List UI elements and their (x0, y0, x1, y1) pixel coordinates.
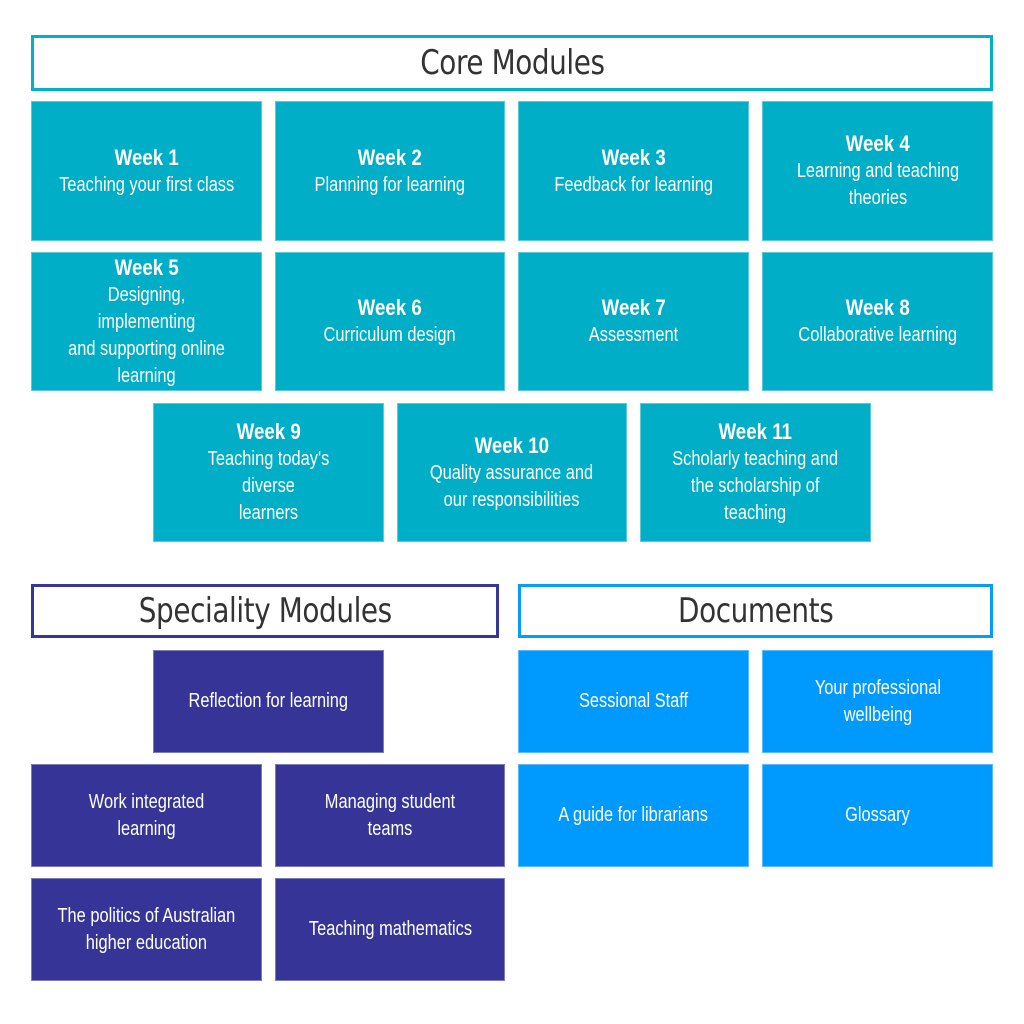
module-title: Work integrated learning (88, 790, 205, 840)
week-title: Curriculum design (323, 324, 457, 346)
week-label: Week 7 (601, 295, 666, 320)
week-4-tile[interactable]: Week 4 Learning and teaching theories (762, 101, 993, 241)
week-3-tile[interactable]: Week 3 Feedback for learning (518, 101, 749, 241)
module-title: Reflection for learning (188, 690, 349, 712)
document-title: A guide for librarians (558, 804, 709, 826)
week-label: Week 6 (357, 295, 423, 320)
work-integrated-learning-tile[interactable]: Work integrated learning (31, 764, 262, 867)
document-title: Sessional Staff (578, 690, 689, 712)
module-title: Managing student teams (324, 790, 456, 840)
week-title: Planning for learning (314, 173, 466, 196)
week-8-tile[interactable]: Week 8 Collaborative learning (762, 252, 993, 391)
week-title: Designing, implementing and supporting o… (68, 283, 225, 387)
week-title: Collaborative learning (798, 324, 957, 346)
module-title: The politics of Australian higher educat… (57, 904, 236, 954)
speciality-modules-title: Speciality Modules (138, 591, 392, 631)
week-title: Assessment (588, 324, 679, 346)
teaching-mathematics-tile[interactable]: Teaching mathematics (275, 878, 505, 981)
module-title: Teaching mathematics (308, 918, 472, 940)
week-5-tile[interactable]: Week 5 Designing, implementing and suppo… (31, 252, 262, 391)
glossary-tile[interactable]: Glossary (762, 764, 993, 867)
week-2-tile[interactable]: Week 2 Planning for learning (275, 101, 505, 241)
documents-title: Documents (677, 591, 834, 631)
reflection-for-learning-tile[interactable]: Reflection for learning (153, 650, 384, 753)
week-label: Week 1 (114, 144, 179, 170)
week-label: Week 5 (114, 254, 179, 280)
core-modules-title: Core Modules (419, 43, 605, 83)
speciality-modules-header: Speciality Modules (31, 584, 499, 638)
week-title: Teaching today's diverse learners (207, 448, 330, 524)
week-label: Week 4 (845, 131, 910, 156)
document-title: Your professional wellbeing (814, 676, 941, 726)
sessional-staff-tile[interactable]: Sessional Staff (518, 650, 749, 753)
managing-student-teams-tile[interactable]: Managing student teams (275, 764, 505, 867)
week-label: Week 8 (845, 295, 910, 320)
politics-higher-education-tile[interactable]: The politics of Australian higher educat… (31, 878, 262, 981)
week-7-tile[interactable]: Week 7 Assessment (518, 252, 749, 391)
week-6-tile[interactable]: Week 6 Curriculum design (275, 252, 505, 391)
week-label: Week 2 (357, 144, 423, 170)
week-title: Quality assurance and our responsibiliti… (430, 461, 594, 511)
week-10-tile[interactable]: Week 10 Quality assurance and our respon… (397, 403, 627, 542)
week-9-tile[interactable]: Week 9 Teaching today's diverse learners (153, 403, 384, 542)
week-label: Week 11 (718, 419, 793, 444)
professional-wellbeing-tile[interactable]: Your professional wellbeing (762, 650, 993, 753)
week-title: Learning and teaching theories (796, 160, 959, 209)
week-title: Scholarly teaching and the scholarship o… (672, 448, 839, 524)
week-1-tile[interactable]: Week 1 Teaching your first class (31, 101, 262, 241)
week-title: Teaching your first class (58, 173, 234, 196)
week-title: Feedback for learning (554, 173, 713, 196)
guide-for-librarians-tile[interactable]: A guide for librarians (518, 764, 749, 867)
week-11-tile[interactable]: Week 11 Scholarly teaching and the schol… (640, 403, 871, 542)
documents-header: Documents (518, 584, 993, 638)
core-modules-header: Core Modules (31, 35, 993, 91)
week-label: Week 9 (236, 419, 301, 444)
week-label: Week 3 (601, 144, 666, 170)
document-title: Glossary (845, 804, 910, 826)
week-label: Week 10 (474, 432, 550, 458)
